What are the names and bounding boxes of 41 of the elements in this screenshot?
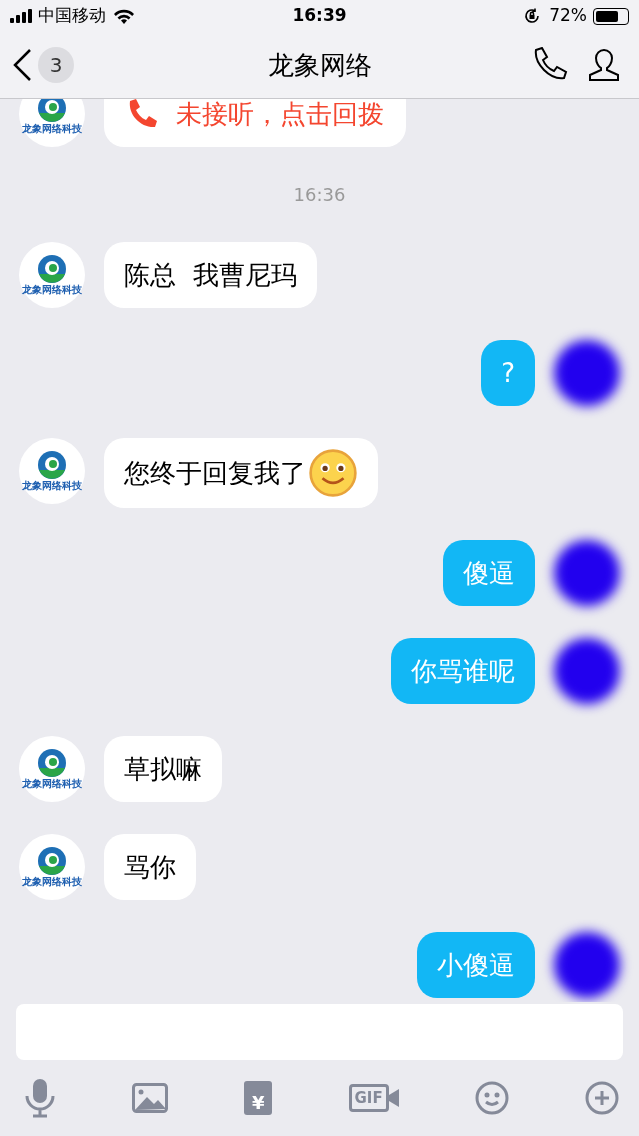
message-bubble[interactable]: 草拟嘛: [104, 736, 222, 802]
message-bubble[interactable]: 陈总 我曹尼玛: [104, 242, 317, 308]
signal-icon: [10, 9, 34, 23]
logo-text: 龙象网络科技: [22, 778, 82, 790]
avatar-logo[interactable]: 龙象网络科技: [19, 242, 85, 308]
logo-text: 龙象网络科技: [22, 876, 82, 888]
blurred-avatar[interactable]: [554, 638, 620, 704]
avatar-logo[interactable]: 龙象网络科技: [19, 99, 85, 147]
logo-text: 龙象网络科技: [22, 480, 82, 492]
emoji-icon[interactable]: [474, 1081, 509, 1115]
blurred-avatar[interactable]: [554, 540, 620, 606]
money-envelope-button[interactable]: ¥: [244, 1081, 273, 1115]
logo-icon: [35, 254, 69, 284]
logo-icon: [35, 846, 69, 876]
avatar-logo[interactable]: 龙象网络科技: [19, 438, 85, 504]
missed-call-bubble[interactable]: 未接听，点击回拨: [104, 99, 406, 147]
image-icon[interactable]: [132, 1083, 169, 1113]
logo-text: 龙象网络科技: [22, 284, 82, 296]
plus-icon[interactable]: [585, 1081, 619, 1115]
message-bubble[interactable]: 您终于回复我了: [104, 438, 378, 508]
timestamp: 16:36: [293, 183, 346, 207]
back-icon[interactable]: [12, 48, 32, 82]
wifi-icon: [114, 8, 134, 24]
logo-text: 龙象网络科技: [22, 123, 82, 135]
blurred-avatar[interactable]: [554, 932, 620, 998]
avatar-logo[interactable]: 龙象网络科技: [19, 834, 85, 900]
clock-time: 16:39: [292, 4, 347, 28]
video-camera-icon[interactable]: [388, 1089, 399, 1107]
microphone-icon[interactable]: [24, 1078, 56, 1118]
unread-count-badge: 3: [38, 47, 74, 83]
rotation-lock-icon: [523, 7, 542, 25]
logo-icon: [35, 450, 69, 480]
message-bubble[interactable]: 骂你: [104, 834, 196, 900]
logo-icon: [35, 748, 69, 778]
carrier-name: 中国移动: [38, 4, 106, 28]
battery-icon: [593, 7, 629, 25]
avatar-logo[interactable]: 龙象网络科技: [19, 736, 85, 802]
profile-icon[interactable]: [587, 48, 621, 82]
chat-title: 龙象网络: [267, 48, 372, 82]
blurred-avatar[interactable]: [554, 340, 620, 406]
battery-percent: 72%: [549, 4, 587, 28]
